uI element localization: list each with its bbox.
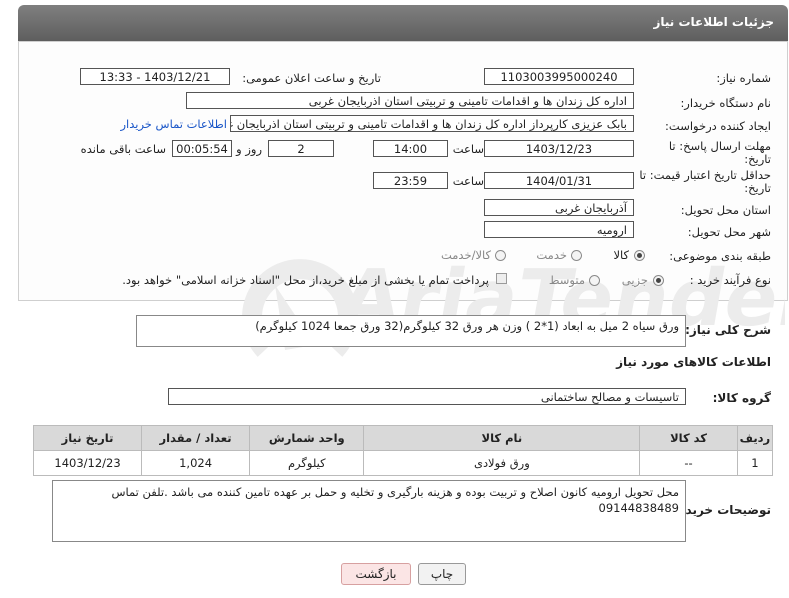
process-label: نوع فرآیند خرید : [689,273,771,287]
process-medium-radio[interactable] [589,275,600,286]
col-unit: واحد شمارش [249,425,365,451]
buyer-org-label: نام دستگاه خریدار: [680,96,771,110]
buyer-contact-link[interactable]: اطلاعات تماس خریدار [120,117,227,131]
cell-code: -- [639,450,738,476]
buyer-notes-textarea[interactable]: محل تحویل ارومیه کانون اصلاح و تربیت بود… [52,480,686,542]
min-validity-label: حداقل تاریخ اعتبار قیمت: تا [639,168,771,182]
goods-table: ردیف کد کالا نام کالا واحد شمارش تعداد /… [32,425,774,476]
process-medium-label: متوسط [548,273,585,287]
deadline-date-field[interactable]: 1403/12/23 [484,140,634,157]
category-label: طبقه بندی موضوعی: [669,249,771,263]
need-number-label: شماره نیاز: [716,71,771,85]
page-header: جزئیات اطلاعات نیاز [18,5,788,41]
goods-group-label: گروه کالا: [712,391,771,405]
goods-table-wrapper: ردیف کد کالا نام کالا واحد شمارش تعداد /… [32,425,774,476]
min-validity-label-date: تاریخ: [744,181,771,195]
deadline-label-date: تاریخ: [744,152,771,166]
need-number-field[interactable]: 1103003995000240 [484,68,634,85]
city-field[interactable]: ارومیه [484,221,634,238]
deadline-time-field[interactable]: 14:00 [373,140,448,157]
process-small-label: جزیی [621,273,648,287]
goods-section-title: اطلاعات کالاهای مورد نیاز [616,355,771,369]
city-label: شهر محل تحویل: [687,225,771,239]
print-button[interactable]: چاپ [418,563,466,585]
cell-name: ورق فولادی [363,450,641,476]
creator-label: ایجاد کننده درخواست: [665,119,771,133]
col-row: ردیف [736,425,774,451]
back-button[interactable]: بازگشت [341,563,411,585]
deadline-time-label: ساعت [452,142,484,156]
treasury-payment-note: پرداخت تمام یا بخشی از مبلغ خرید،از محل … [122,273,489,287]
col-code: کد کالا [639,425,738,451]
category-service-radio[interactable] [571,250,582,261]
validity-time-field[interactable]: 23:59 [373,172,448,189]
province-field[interactable]: آذربایجان غربی [484,199,634,216]
remaining-label: ساعت باقی مانده [80,142,166,156]
goods-group-field[interactable]: تاسیسات و مصالح ساختمانی [168,388,686,405]
cell-unit: کیلوگرم [249,450,365,476]
process-small-radio[interactable] [653,275,664,286]
category-both-label: کالا/خدمت [440,248,491,262]
days-field[interactable]: 2 [268,140,334,157]
category-goods-radio[interactable] [634,250,645,261]
remaining-time-field[interactable]: 00:05:54 [172,140,232,157]
announce-field[interactable]: 1403/12/21 - 13:33 [80,68,230,85]
cell-row: 1 [736,450,774,476]
validity-date-field[interactable]: 1404/01/31 [484,172,634,189]
col-qty: تعداد / مقدار [141,425,251,451]
cell-date: 1403/12/23 [32,450,143,476]
cell-qty: 1,024 [141,450,251,476]
table-row[interactable]: 1 -- ورق فولادی کیلوگرم 1,024 1403/12/23 [32,450,774,476]
days-label: روز و [236,142,262,156]
col-name: نام کالا [363,425,641,451]
description-textarea[interactable]: ورق سیاه 2 میل به ابعاد (1*2 ) وزن هر ور… [136,315,686,347]
goods-table-header: ردیف کد کالا نام کالا واحد شمارش تعداد /… [32,425,774,451]
deadline-label: مهلت ارسال پاسخ: تا [668,139,771,153]
page-title: جزئیات اطلاعات نیاز [653,15,774,29]
province-label: استان محل تحویل: [680,203,771,217]
category-service-label: خدمت [536,248,567,262]
category-goods-label: کالا [613,248,629,262]
creator-field[interactable]: بابک عزیزی کارپرداز اداره کل زندان ها و … [230,115,634,132]
col-date: تاریخ نیاز [32,425,143,451]
description-label: شرح کلی نیاز: [685,323,771,337]
buyer-org-field[interactable]: اداره کل زندان ها و اقدامات تامینی و ترب… [186,92,634,109]
announce-label: تاریخ و ساعت اعلان عمومی: [242,71,381,85]
category-both-radio[interactable] [495,250,506,261]
validity-time-label: ساعت [452,174,484,188]
treasury-payment-checkbox[interactable] [496,273,507,284]
